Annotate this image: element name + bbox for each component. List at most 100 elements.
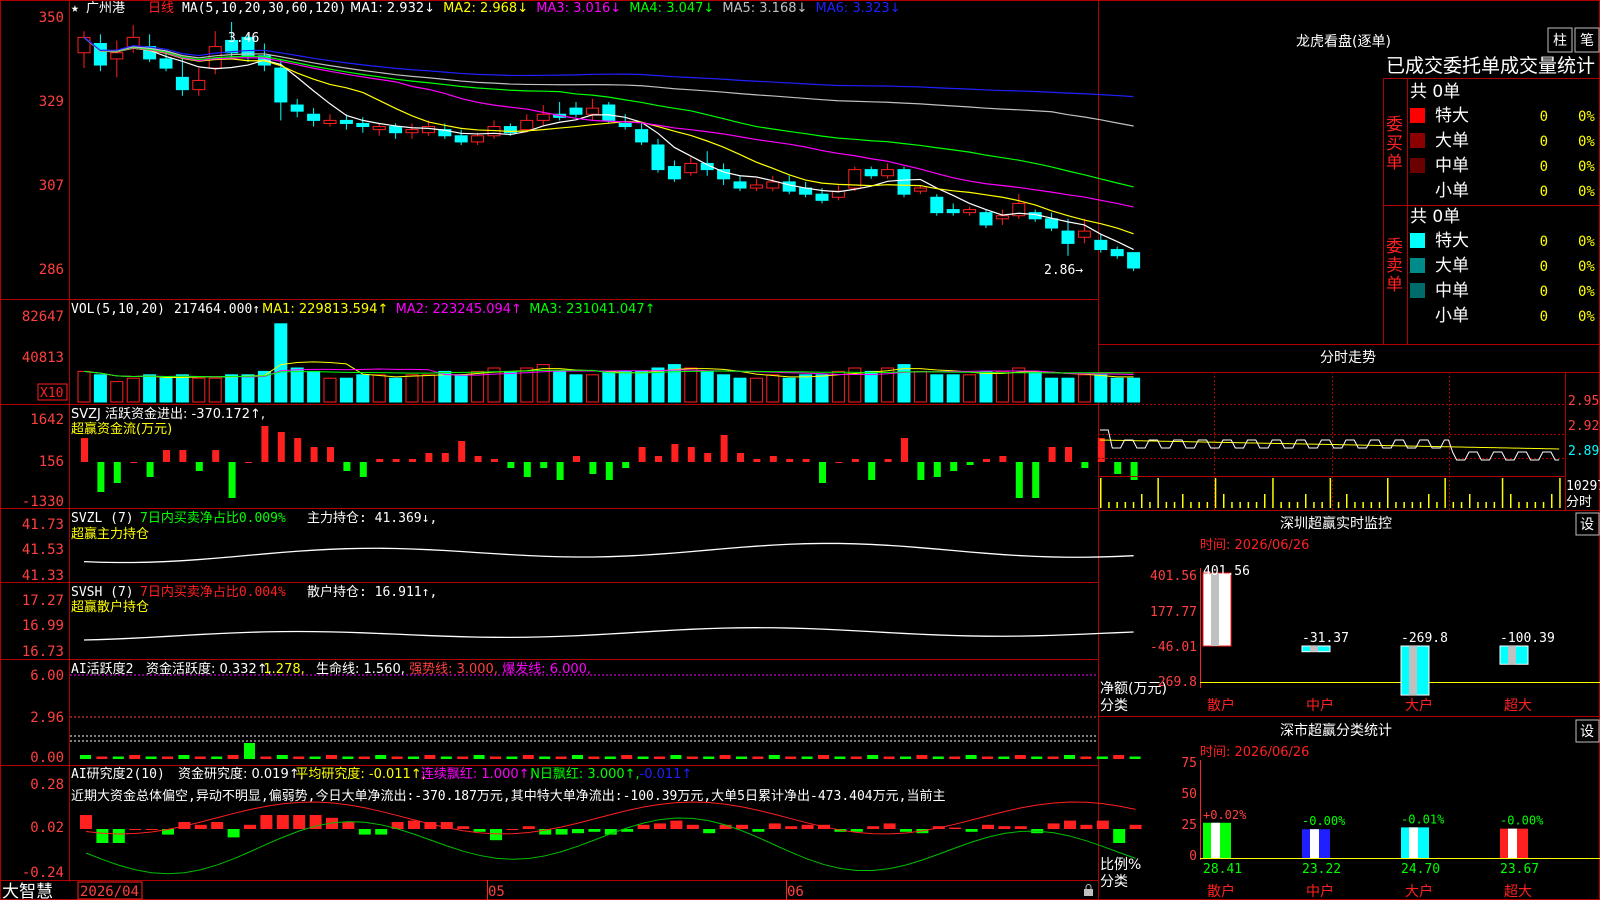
research-bar	[358, 829, 371, 835]
activity-bar	[752, 756, 764, 759]
svzl-ytick: 41.73	[22, 517, 64, 533]
flow-bar	[769, 456, 777, 462]
research-bar	[522, 826, 535, 829]
intraday-vol-bar	[1108, 502, 1110, 508]
lock-icon[interactable]	[1084, 884, 1093, 897]
activity-bar	[112, 756, 124, 759]
order-swatch	[1410, 158, 1425, 173]
candle-body	[290, 104, 304, 112]
class-top-value: -0.01%	[1401, 812, 1445, 826]
flow-bar	[638, 447, 646, 462]
svzj-ytick: 156	[39, 454, 64, 470]
moving-average-lines	[83, 36, 1134, 251]
activity-bar	[867, 755, 879, 759]
candle-body	[733, 181, 747, 189]
vol-legend-item: MA2: 223245.094↑	[396, 302, 522, 317]
order-pct: 0%	[1578, 309, 1595, 325]
ai-ytick: 2.96	[30, 710, 64, 726]
activity-bar	[834, 756, 846, 759]
zhu-button[interactable]: 柱	[1547, 27, 1573, 53]
volume-bar	[1045, 377, 1059, 403]
flow-bar	[589, 462, 597, 474]
activity-bar	[818, 755, 829, 759]
ma-legend-item: MA2: 2.968↓	[443, 1, 528, 16]
activity-bar	[555, 756, 567, 759]
vol-unit: X10	[40, 386, 63, 401]
volume-bar	[749, 377, 763, 403]
flow-bar	[901, 438, 908, 462]
intraday-vol-bar	[1526, 502, 1528, 508]
order-type: 小单	[1435, 181, 1469, 201]
ai-legend-item: 资金活跃度: 0.332↑,	[146, 661, 272, 677]
research-legend-item: 平均研究度: -0.011↑,	[295, 766, 425, 782]
activity-bar	[1064, 755, 1075, 759]
monitor-value: -100.39	[1500, 631, 1555, 646]
vol-ytick: 82647	[22, 309, 64, 325]
svzl-title: SVZL (7)	[71, 511, 134, 526]
activity-bar	[604, 756, 616, 759]
flow-bar	[146, 462, 154, 477]
flow-bar	[343, 462, 351, 471]
bi-button[interactable]: 笔	[1574, 27, 1600, 53]
volume-bar	[126, 377, 140, 403]
research-bar	[703, 829, 716, 834]
research-legend-item: 连续飘红: 1.000↑,	[421, 766, 534, 782]
candle-body	[1077, 230, 1091, 238]
activity-bar	[1047, 756, 1059, 759]
candle-body	[77, 36, 91, 54]
monitor-bars: 401.56 散户 -31.37 中户 -269.8 大户 -100.39 超大	[1202, 564, 1555, 714]
research-legend-item: 资金研究度: 0.019↑,	[178, 766, 304, 782]
activity-bar	[326, 755, 337, 759]
flow-bar	[950, 462, 958, 471]
order-count: 0	[1540, 234, 1548, 250]
activity-bar	[965, 755, 977, 759]
flow-bar	[507, 462, 515, 468]
research-bar	[1047, 823, 1060, 829]
ma-line-5	[83, 36, 1134, 251]
class-time: 时间: 2026/06/26	[1200, 745, 1309, 760]
intraday-vol-bar	[1542, 502, 1545, 508]
monitor-settings-button[interactable]: 设	[1575, 512, 1600, 536]
volume-bar	[307, 370, 321, 403]
volume-bar	[799, 374, 813, 403]
research-legend-item: N日飘红: 3.000↑,	[530, 766, 639, 782]
class-top-value: -0.00%	[1500, 814, 1544, 828]
favorite-star-icon[interactable]: ★	[71, 1, 79, 16]
volume-bar	[405, 374, 419, 403]
activity-bar	[194, 756, 206, 759]
flow-bar	[1065, 447, 1072, 462]
intraday-vol-bar	[1313, 502, 1315, 508]
research-bar	[555, 829, 568, 835]
activity-bar	[162, 756, 173, 759]
volume-bar	[897, 364, 911, 403]
candle-body	[569, 107, 583, 115]
research-bar	[686, 824, 699, 829]
intraday-vol-bar	[1378, 502, 1381, 508]
volume-bar	[241, 374, 255, 403]
volume-bar	[438, 370, 452, 403]
research-bar	[1113, 829, 1126, 843]
volume-bar	[471, 370, 485, 403]
intraday-vol-bar	[1116, 502, 1118, 508]
flow-bar	[933, 462, 941, 477]
monitor-category: 中户	[1306, 697, 1334, 714]
candle-body	[684, 162, 698, 174]
flow-bar	[687, 447, 695, 462]
brand-label[interactable]: 大智慧	[2, 882, 53, 900]
flow-bar	[573, 456, 580, 462]
class-bottom-value: 23.22	[1302, 862, 1341, 877]
intraday-vol-label: 分时	[1566, 495, 1592, 510]
class-settings-button[interactable]: 设	[1575, 719, 1600, 743]
ai-activity-bars	[80, 743, 1141, 759]
flow-bar	[868, 462, 876, 480]
intraday-vol-bar	[1149, 502, 1151, 508]
monitor-category: 大户	[1405, 697, 1433, 714]
candle-body	[602, 104, 616, 121]
svsh-ytick: 16.99	[22, 618, 64, 634]
volume-bar	[979, 370, 993, 403]
flow-bar	[277, 432, 285, 462]
research-bar	[998, 826, 1011, 829]
activity-bar	[358, 756, 370, 759]
research-bar	[736, 824, 748, 829]
volume-bar	[323, 377, 337, 403]
